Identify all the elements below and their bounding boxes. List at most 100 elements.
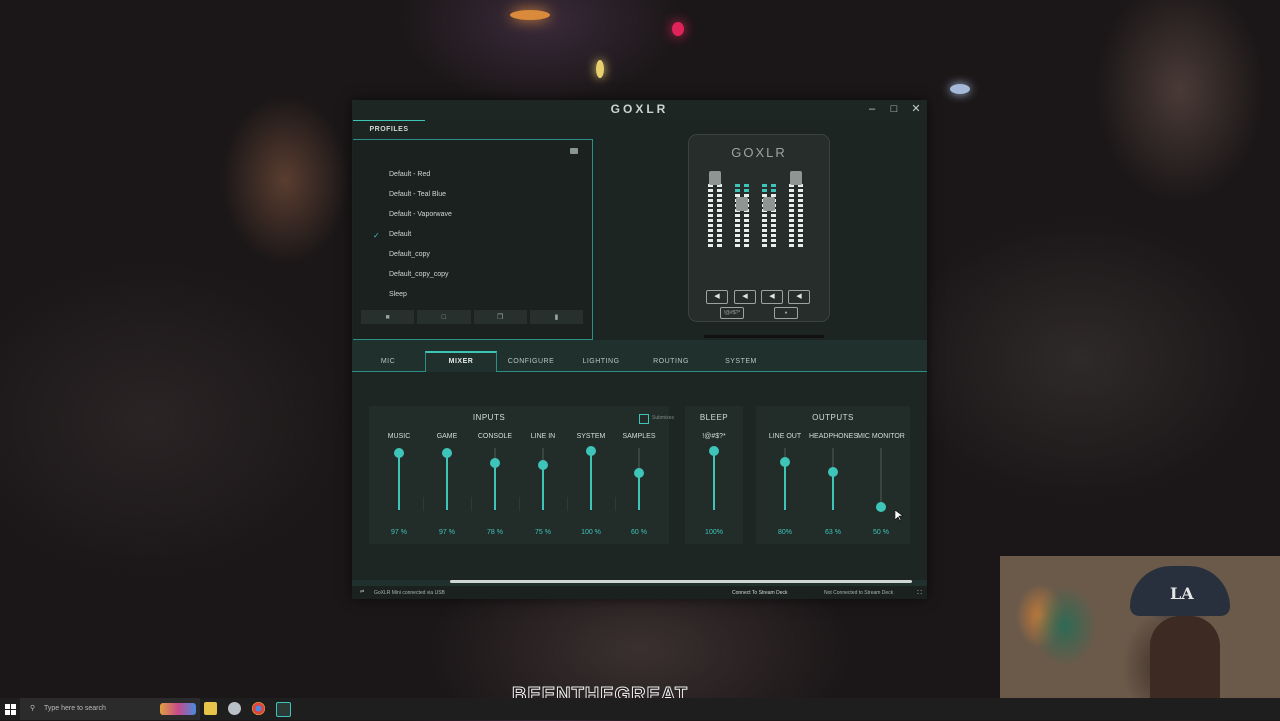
close-button[interactable]: ✕ [908,102,924,116]
volume-slider-knob[interactable] [828,466,838,477]
windows-start-icon[interactable] [5,703,17,715]
channel-volume-value: 100% [705,529,723,536]
volume-slider-knob[interactable] [876,502,886,512]
webcam-overlay: LA [1000,556,1280,700]
delete-profile-icon: ▮ [554,314,559,321]
usb-icon: ⇄ [360,589,365,595]
minimize-button[interactable]: – [864,102,880,116]
profile-item[interactable]: Sleep [353,291,583,303]
bleep-panel: BLEEP !@#$?* 100% [685,406,743,544]
volume-slider-fill [832,471,834,510]
tab-routing[interactable]: ROUTING [636,353,706,371]
volume-slider-knob[interactable] [709,446,719,456]
channel-label: CONSOLE [477,433,513,440]
tab-system[interactable]: SYSTEM [706,353,776,371]
device-status: GoXLR Mini connected via USB [374,590,445,596]
stage-light [510,10,550,20]
channel-volume-value: 50 % [873,529,889,536]
profile-item[interactable]: Default - Red [353,171,583,183]
channel-volume-value: 97 % [391,529,407,536]
channel-volume-value: 97 % [439,529,455,536]
channel-mic-monitor: MIC MONITOR 50 % [857,433,905,540]
channel-volume-value: 75 % [535,529,551,536]
taskbar-search-input[interactable]: ⚲ Type here to search [20,698,200,720]
save-profile-icon: ■ [385,313,390,321]
device-preview: GOXLR ◀ ◀ ◀ ◀ !@#$?* ● [689,135,829,338]
connect-stream-deck-link[interactable]: Connect To Stream Deck [732,590,788,596]
duplicate-profile-icon: ❐ [496,314,504,321]
new-profile-button[interactable]: □ [417,310,471,324]
channel-label: GAME [436,433,458,440]
channel-divider [615,497,616,511]
volume-slider-fill [784,462,786,510]
title-bar[interactable]: GOXLR – □ ✕ [352,100,927,119]
profile-item[interactable]: Default - Teal Blue [353,191,583,203]
volume-slider-knob[interactable] [780,457,790,468]
channel-divider [423,497,424,511]
save-profile-button[interactable]: ■ [361,310,415,324]
profile-item-label: Default [389,231,412,238]
channel-volume-value: 78 % [487,529,503,536]
volume-slider-knob[interactable] [394,447,404,458]
channel-label: SYSTEM [576,433,606,440]
channel-game: GAME 97 % [423,433,471,540]
search-placeholder: Type here to search [44,705,106,712]
volume-slider-fill [446,452,448,510]
profile-item[interactable]: ✓ Default [353,231,583,243]
volume-slider-knob[interactable] [586,446,596,456]
volume-slider-fill [713,451,715,510]
mixer-view: INPUTS Submixes MUSIC 97 % GAME 97 % CONSOLE… [352,372,927,580]
duplicate-profile-button[interactable]: ❐ [473,310,527,324]
volume-slider-fill [542,465,544,510]
device-fader-knob [709,171,721,185]
profile-actions: ■ □ ❐ ▮ [361,310,583,324]
inputs-title: INPUTS [472,413,506,422]
profile-item-label: Default_copy [389,251,430,258]
profile-item[interactable]: Default - Vaporwave [353,211,583,223]
channel-divider [471,497,472,511]
goxlr-app-window: GOXLR – □ ✕ PROFILES Default - Red Defaul… [352,100,927,599]
tab-profiles[interactable]: PROFILES [353,120,425,139]
cap: LA [1130,566,1230,616]
volume-slider-knob[interactable] [490,458,500,469]
channel-line-out: LINE OUT 80% [761,433,809,540]
submixes-label: Submixes [652,415,674,421]
volume-slider-knob[interactable] [538,460,548,470]
horizontal-scrollbar[interactable] [450,580,912,583]
profile-item[interactable]: Default_copy_copy [353,271,583,283]
profile-item[interactable]: Default_copy [353,251,583,263]
channel-volume-value: 80% [777,529,792,536]
app-icon[interactable] [228,702,241,715]
tab-lighting[interactable]: LIGHTING [566,353,636,371]
device-logo: GOXLR [731,145,787,160]
search-icon: ⚲ [30,705,36,712]
goxlr-taskbar-icon[interactable] [276,702,291,717]
channel-volume-value: 63 % [825,529,841,536]
submixes-checkbox[interactable] [639,414,649,424]
volume-slider-knob[interactable] [442,447,452,458]
device-fader-knob [790,171,802,185]
profile-item-label: Default - Vaporwave [389,211,452,218]
device-fader [707,182,723,252]
export-profile-icon[interactable] [570,148,578,154]
tab-mic[interactable]: MIC [352,353,424,371]
resize-grip-icon[interactable]: ∷ [917,588,922,597]
outputs-panel: OUTPUTS LINE OUT 80% HEADPHONES 63 % MIC MON… [756,406,910,544]
tab-mixer[interactable]: MIXER [425,351,497,373]
volume-slider-knob[interactable] [634,468,644,479]
volume-slider-track[interactable] [880,448,882,510]
profile-item-label: Default - Teal Blue [389,191,447,198]
maximize-button[interactable]: □ [886,102,902,116]
channel-label: HEADPHONES [809,433,859,440]
file-explorer-icon[interactable] [204,702,217,715]
chrome-icon[interactable] [252,702,265,715]
delete-profile-button[interactable]: ▮ [529,310,583,324]
channel-headphones: HEADPHONES 63 % [809,433,859,540]
device-fader-knob [736,197,748,211]
channel-volume-value: 100 % [581,529,601,536]
device-fader [788,182,804,252]
channel-system: SYSTEM 100 % [567,433,615,540]
tab-configure[interactable]: CONFIGURE [496,353,566,371]
device-bleep-button: !@#$?* [720,307,744,319]
streamer-face [1150,616,1220,700]
